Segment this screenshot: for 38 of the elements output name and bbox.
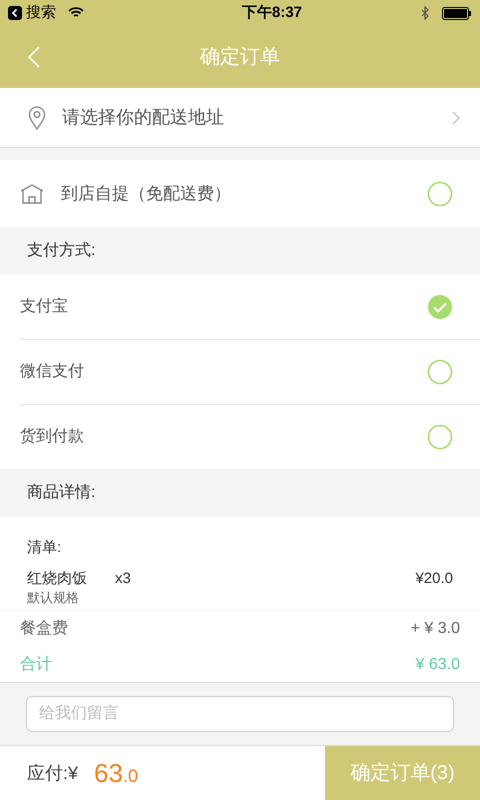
radio-icon[interactable] bbox=[427, 424, 453, 450]
total-value: ¥ 63.0 bbox=[416, 654, 460, 674]
address-row[interactable]: 请选择你的配送地址 bbox=[0, 88, 480, 148]
item-name: 红烧肉饭 bbox=[27, 568, 88, 588]
radio-icon[interactable] bbox=[427, 180, 453, 206]
battery-icon bbox=[442, 6, 472, 20]
bluetooth-icon bbox=[420, 6, 430, 20]
payment-option[interactable]: 货到付款 bbox=[20, 404, 480, 469]
list-label: 清单: bbox=[27, 538, 62, 558]
item-quantity: x3 bbox=[115, 568, 131, 588]
message-field[interactable]: 给我们留言 bbox=[26, 696, 454, 732]
total-label: 合计 bbox=[20, 654, 52, 674]
item-price: ¥20.0 bbox=[415, 568, 453, 588]
wifi-icon bbox=[68, 7, 84, 19]
payment-label: 微信支付 bbox=[20, 362, 84, 382]
back-icon[interactable] bbox=[8, 6, 22, 20]
status-time: 下午8:37 bbox=[240, 2, 302, 23]
fee-value: + ¥ 3.0 bbox=[410, 619, 460, 639]
payable-label: 应付:¥ bbox=[27, 762, 78, 784]
address-prompt: 请选择你的配送地址 bbox=[62, 106, 224, 129]
chevron-right-icon bbox=[452, 110, 460, 124]
radio-icon[interactable] bbox=[427, 359, 453, 385]
section-header: 支付方式: bbox=[26, 240, 96, 260]
payable-amount: 63.0 bbox=[94, 756, 138, 790]
item-spec: 默认规格 bbox=[27, 590, 80, 606]
payment-option[interactable]: 支付宝 bbox=[20, 274, 480, 339]
payment-label: 支付宝 bbox=[20, 296, 68, 316]
pickup-label: 到店自提（免配送费） bbox=[61, 182, 231, 205]
location-pin-icon bbox=[28, 106, 46, 130]
fee-label: 餐盒费 bbox=[20, 618, 68, 639]
section-header: 商品详情: bbox=[26, 482, 96, 503]
back-app-label[interactable]: 搜索 bbox=[26, 2, 56, 24]
page-title: 确定订单 bbox=[200, 45, 280, 70]
payment-option[interactable]: 微信支付 bbox=[20, 339, 480, 404]
store-icon bbox=[20, 184, 44, 204]
checked-radio-icon[interactable] bbox=[427, 294, 453, 320]
payment-label: 货到付款 bbox=[20, 427, 84, 447]
pickup-row[interactable]: 到店自提（免配送费） bbox=[0, 160, 480, 227]
